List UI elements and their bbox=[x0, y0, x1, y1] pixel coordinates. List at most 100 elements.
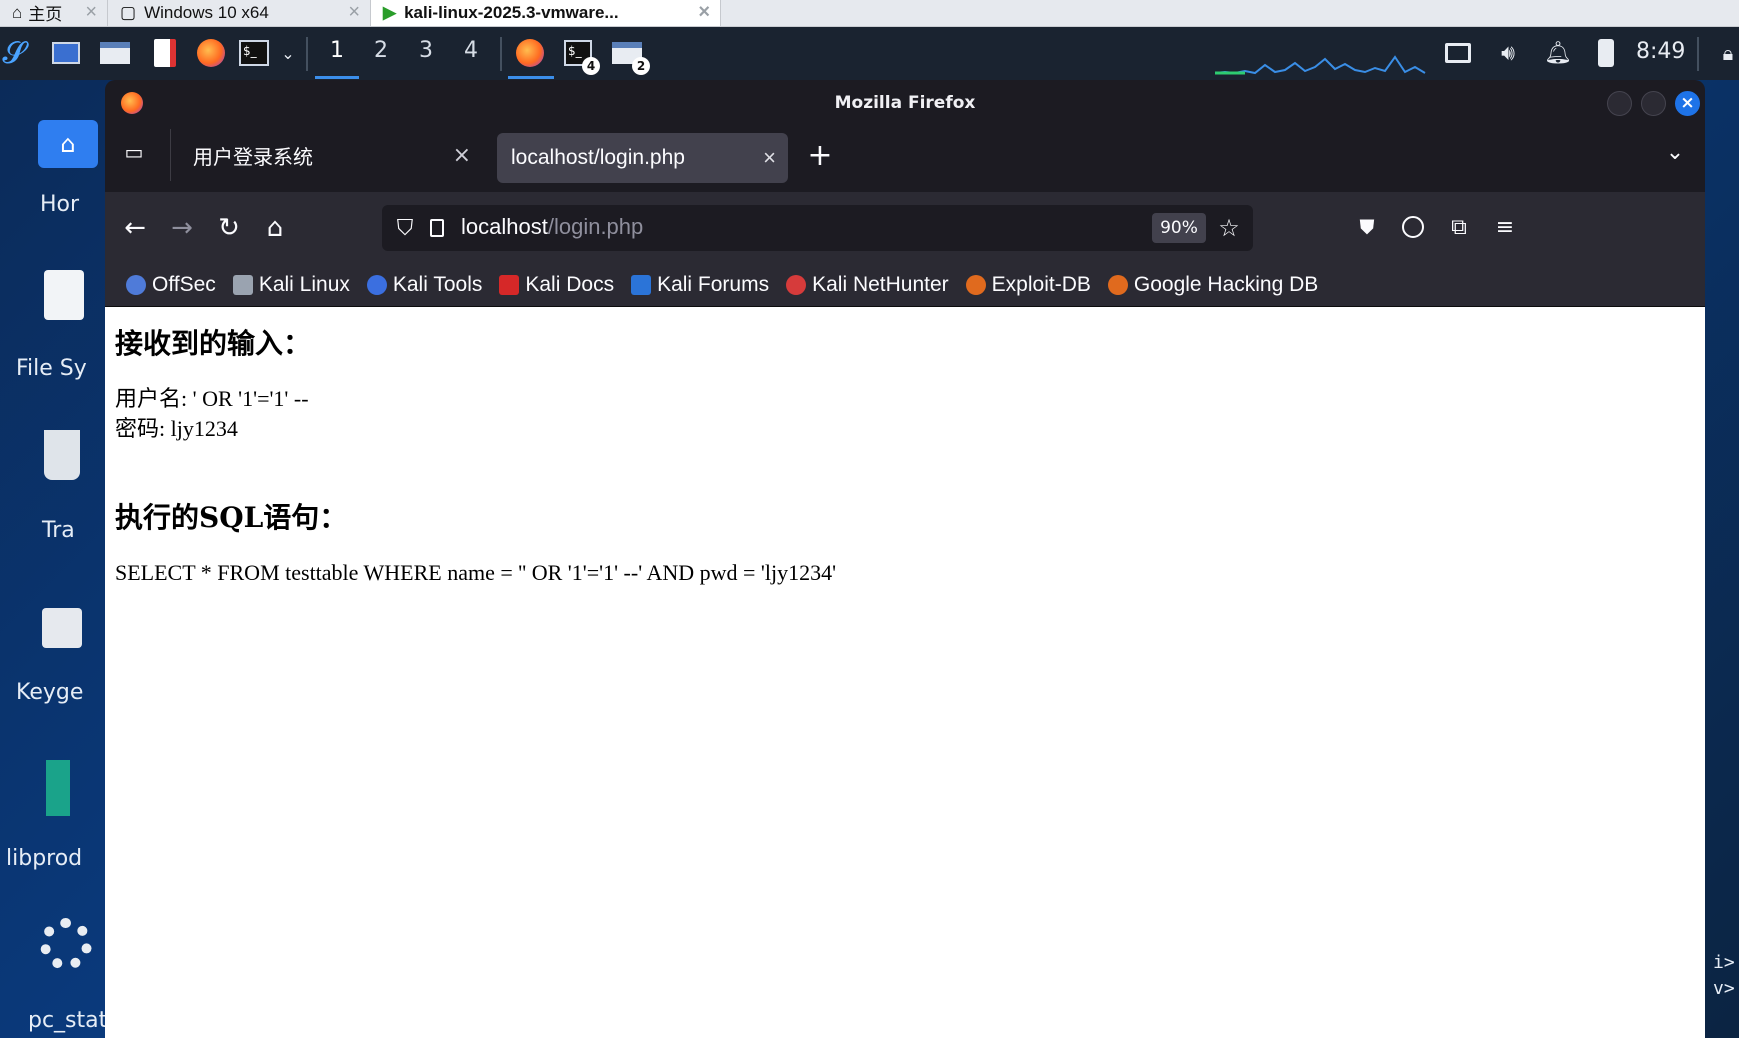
home-folder-icon[interactable]: ⌂ bbox=[38, 120, 98, 168]
new-tab-button[interactable]: + bbox=[800, 135, 840, 175]
sql-statement: SELECT * FROM testtable WHERE name = '' … bbox=[115, 560, 837, 585]
workspace-2[interactable]: 2 bbox=[374, 38, 388, 63]
bookmarks-toolbar: OffSec Kali Linux Kali Tools Kali Docs K… bbox=[105, 264, 1705, 307]
show-desktop-icon[interactable] bbox=[48, 35, 84, 71]
vm-tab-windows[interactable]: ▢ Windows 10 x64 × bbox=[108, 0, 371, 26]
bookmark-offsec[interactable]: OffSec bbox=[126, 273, 216, 297]
page-content: 接收到的输入： 用户名: ' OR '1'='1' -- 密码: ljy1234… bbox=[105, 307, 1705, 1038]
trash-icon[interactable] bbox=[44, 430, 80, 480]
page-info-icon[interactable] bbox=[424, 213, 450, 243]
desktop-icon-label[interactable]: pc_stati bbox=[28, 1008, 113, 1033]
navigation-bar: ← → ↻ ⌂ ⛉ localhost/login.php 90% ☆ ⛊ ⧉ … bbox=[105, 192, 1705, 264]
reload-icon[interactable]: ↻ bbox=[209, 208, 249, 248]
bookmark-kali-docs[interactable]: Kali Docs bbox=[499, 273, 614, 297]
gear-icon[interactable] bbox=[40, 918, 92, 970]
tab-bar: ▭ 用户登录系统 × localhost/login.php × + ⌄ bbox=[105, 125, 1705, 185]
tab-localhost-login[interactable]: localhost/login.php × bbox=[497, 133, 788, 183]
list-all-tabs-chevron-icon[interactable]: ⌄ bbox=[1660, 137, 1690, 167]
firefox-window: Mozilla Firefox × ▭ 用户登录系统 × localhost/l… bbox=[105, 80, 1705, 1038]
workspace-4[interactable]: 4 bbox=[464, 38, 478, 63]
maximize-button[interactable] bbox=[1641, 91, 1666, 116]
bookmark-kali-tools[interactable]: Kali Tools bbox=[366, 273, 482, 297]
heading-sql-statement: 执行的SQL语句： bbox=[115, 501, 348, 534]
desktop-icon-label[interactable]: Tra bbox=[42, 518, 75, 543]
tab-list-icon[interactable]: ▭ bbox=[119, 137, 149, 167]
close-icon[interactable]: × bbox=[348, 1, 360, 24]
lock-icon[interactable]: 🔒︎ bbox=[1710, 35, 1739, 71]
desktop-icon-label[interactable]: File Sy bbox=[16, 356, 87, 381]
offsec-icon bbox=[126, 275, 146, 295]
tab-label: localhost/login.php bbox=[511, 146, 685, 169]
bookmark-kali-linux[interactable]: Kali Linux bbox=[232, 273, 350, 297]
notification-bell-icon[interactable]: 🔔︎ bbox=[1540, 35, 1576, 71]
firefox-task-icon[interactable] bbox=[512, 35, 548, 71]
hamburger-menu-icon[interactable]: ≡ bbox=[1488, 210, 1522, 244]
url-host: localhost bbox=[461, 214, 548, 239]
home-icon[interactable]: ⌂ bbox=[255, 208, 295, 248]
heading-received-input: 接收到的输入： bbox=[115, 327, 312, 360]
display-icon[interactable] bbox=[1440, 35, 1476, 71]
bookmark-google-hacking-db[interactable]: Google Hacking DB bbox=[1107, 273, 1318, 297]
tab-label: 用户登录系统 bbox=[193, 144, 313, 169]
desktop-icon-label[interactable]: Keyge bbox=[16, 680, 83, 705]
url-text[interactable]: localhost/login.php bbox=[461, 214, 643, 240]
workspace-1[interactable]: 1 bbox=[330, 38, 344, 63]
kali-menu-icon[interactable]: 𝓢 bbox=[0, 35, 32, 71]
bookmark-kali-nethunter[interactable]: Kali NetHunter bbox=[786, 273, 949, 297]
back-arrow-icon[interactable]: ← bbox=[115, 208, 155, 248]
panel-separator bbox=[500, 37, 502, 71]
terminal-icon[interactable]: $_ bbox=[236, 35, 272, 71]
username-line: 用户名: ' OR '1'='1' -- bbox=[115, 386, 309, 411]
desktop-icon-label[interactable]: Hor bbox=[40, 192, 79, 217]
bookmark-kali-forums[interactable]: Kali Forums bbox=[631, 273, 769, 297]
file-manager-icon[interactable] bbox=[97, 35, 133, 71]
bookmark-star-icon[interactable]: ☆ bbox=[1214, 213, 1244, 243]
password-line: 密码: ljy1234 bbox=[115, 416, 238, 441]
close-tab-icon[interactable]: × bbox=[763, 145, 776, 171]
kali-dragon-icon bbox=[232, 275, 253, 295]
forward-arrow-icon[interactable]: → bbox=[162, 208, 202, 248]
active-workspace-indicator bbox=[315, 76, 359, 79]
clock[interactable]: 8:49 bbox=[1636, 39, 1685, 64]
exploit-db-icon bbox=[965, 275, 986, 295]
chevron-down-icon[interactable]: ⌄ bbox=[270, 35, 306, 71]
close-icon[interactable]: × bbox=[85, 1, 97, 24]
close-icon[interactable]: × bbox=[698, 1, 710, 24]
bookmark-label: Kali NetHunter bbox=[812, 273, 949, 296]
minimize-button[interactable] bbox=[1607, 91, 1632, 116]
bookmark-label: Kali Forums bbox=[657, 273, 770, 296]
panel-separator bbox=[306, 37, 308, 71]
account-icon[interactable] bbox=[1396, 210, 1430, 244]
extensions-puzzle-icon[interactable]: ⧉ bbox=[1442, 210, 1476, 244]
vm-tab-label: 主页 bbox=[28, 5, 63, 24]
workspace-3[interactable]: 3 bbox=[419, 38, 433, 63]
window-titlebar[interactable]: Mozilla Firefox × bbox=[105, 80, 1705, 125]
vm-tab-kali[interactable]: ▶ kali-linux-2025.3-vmware... × bbox=[371, 0, 721, 26]
archive-icon[interactable] bbox=[46, 760, 70, 816]
close-tab-icon[interactable]: × bbox=[453, 143, 471, 168]
close-window-button[interactable]: × bbox=[1675, 91, 1700, 116]
vm-tab-strip: ⌂ 主页 × ▢ Windows 10 x64 × ▶ kali-linux-2… bbox=[0, 0, 1739, 27]
kali-docs-icon bbox=[499, 275, 520, 295]
url-bar[interactable]: ⛉ localhost/login.php 90% ☆ bbox=[382, 205, 1253, 251]
shield-icon[interactable]: ⛉ bbox=[390, 213, 420, 243]
bookmark-exploit-db[interactable]: Exploit-DB bbox=[965, 273, 1091, 297]
url-path: /login.php bbox=[547, 214, 644, 239]
volume-icon[interactable]: 🔊︎ bbox=[1490, 35, 1526, 71]
text-editor-icon[interactable] bbox=[147, 35, 183, 71]
network-graph bbox=[1215, 55, 1426, 75]
files-count-badge: 2 bbox=[632, 57, 650, 75]
vm-tab-label: Windows 10 x64 bbox=[144, 2, 269, 22]
firefox-icon[interactable] bbox=[193, 35, 229, 71]
keygen-icon[interactable] bbox=[42, 608, 82, 648]
vm-tab-home[interactable]: ⌂ 主页 × bbox=[0, 0, 108, 26]
zoom-reset-button[interactable]: 90% bbox=[1152, 213, 1206, 243]
filesystem-icon[interactable] bbox=[44, 270, 84, 320]
ghdb-icon bbox=[1107, 275, 1128, 295]
tab-separator bbox=[170, 129, 171, 181]
pocket-icon[interactable]: ⛊ bbox=[1350, 210, 1384, 244]
tab-login-system[interactable]: 用户登录系统 × bbox=[181, 133, 481, 177]
battery-icon[interactable] bbox=[1588, 35, 1624, 71]
active-task-indicator bbox=[508, 76, 554, 79]
desktop-icon-label[interactable]: libprod bbox=[6, 846, 82, 871]
